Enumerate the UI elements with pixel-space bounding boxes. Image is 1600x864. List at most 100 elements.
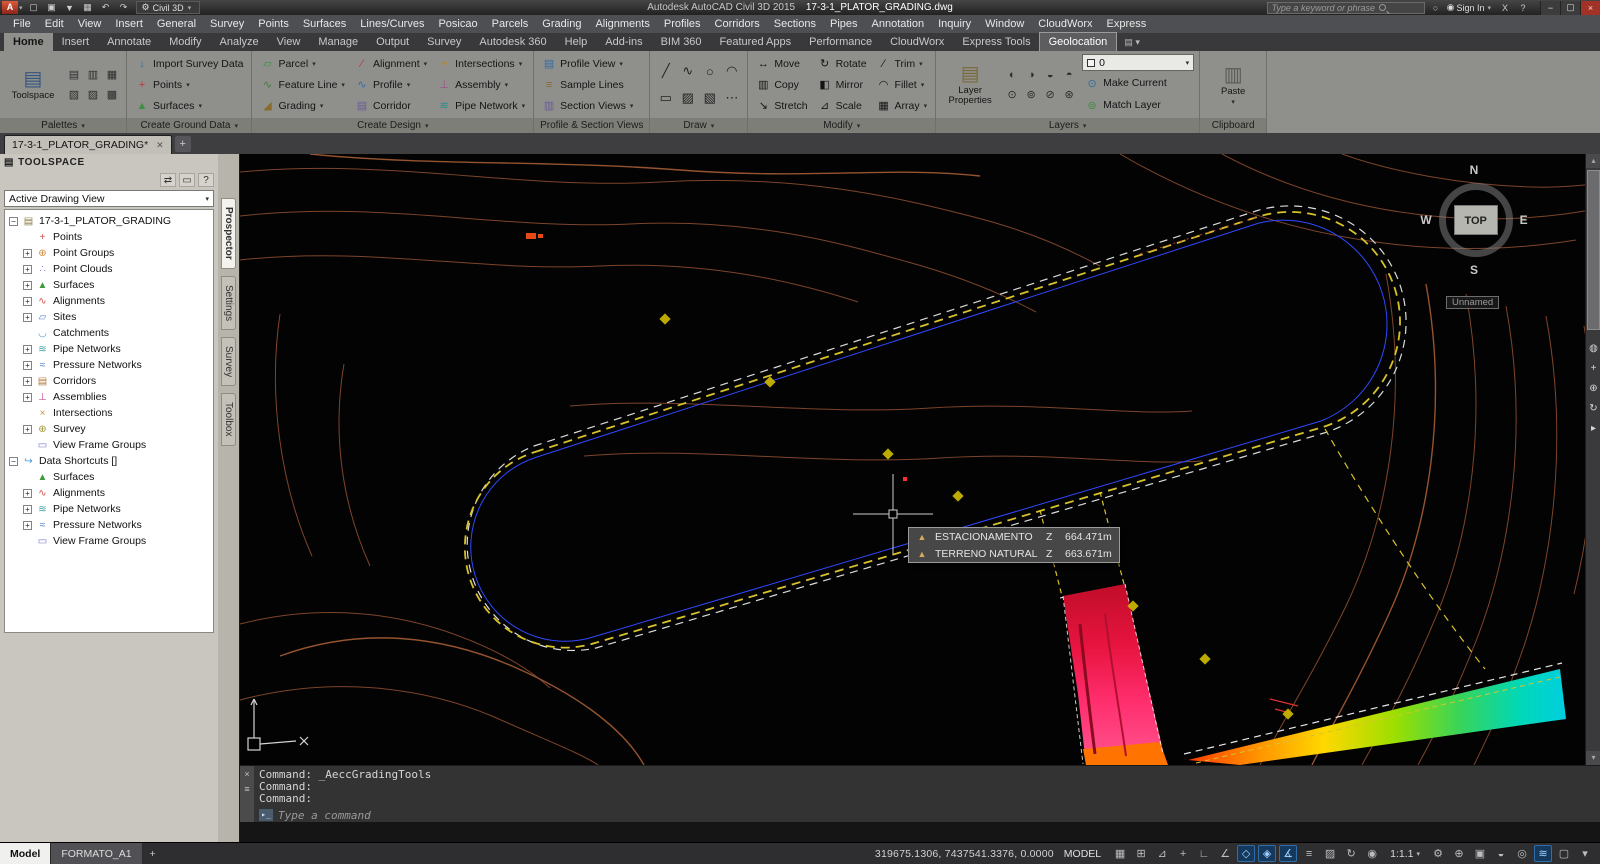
tree-item-catchments[interactable]: ◡ Catchments	[5, 325, 213, 341]
tree-expander-icon[interactable]: +	[23, 488, 32, 498]
stretch-button[interactable]: ↘ Stretch	[753, 96, 810, 115]
toolspace-tab-settings[interactable]: Settings	[221, 275, 236, 330]
paste-button[interactable]: ▥ Paste ▾	[1205, 53, 1261, 116]
parcel-button[interactable]: ▱ Parcel ▾	[257, 54, 347, 73]
mirror-button[interactable]: ◧ Mirror	[815, 75, 870, 94]
scrollbar-thumb[interactable]	[1587, 170, 1600, 330]
qat-plot-icon[interactable]: ▦	[80, 1, 96, 14]
panel-label-clipboard[interactable]: Clipboard	[1200, 118, 1267, 133]
sheet-set-manager-icon[interactable]: ▦	[103, 65, 121, 84]
menu-general[interactable]: General	[150, 15, 203, 33]
viewcube-north[interactable]: N	[1406, 162, 1542, 178]
ribbon-tab-manage[interactable]: Manage	[309, 33, 367, 51]
tree-expander-icon[interactable]: +	[23, 392, 32, 402]
object-viewer-icon[interactable]: ▩	[103, 85, 121, 104]
design-center-icon[interactable]: ▨	[84, 85, 102, 104]
workspace-switcher[interactable]: ⚙ Civil 3D ▾	[135, 1, 201, 14]
copy-button[interactable]: ▥ Copy	[753, 75, 810, 94]
tree-item-surfaces[interactable]: + ▲ Surfaces	[5, 277, 213, 293]
match-layer-button[interactable]: ⊚ Match Layer	[1082, 96, 1194, 115]
menu-posicao[interactable]: Posicao	[431, 15, 484, 33]
panel-label-create-ground-data[interactable]: Create Ground Data ▾	[127, 118, 252, 133]
menu-window[interactable]: Window	[978, 15, 1031, 33]
rotate-button[interactable]: ↻ Rotate	[815, 54, 870, 73]
tree-item-alignments[interactable]: + ∿ Alignments	[5, 293, 213, 309]
new-document-tab-button[interactable]: +	[174, 136, 191, 152]
viewcube[interactable]: N W TOP E S	[1406, 162, 1542, 278]
status-grid-display-icon[interactable]: ▦	[1111, 845, 1129, 862]
layout-tab-formato-a1[interactable]: FORMATO_A1	[51, 842, 143, 864]
document-tab[interactable]: 17-3-1_PLATOR_GRADING* ✕	[4, 135, 172, 154]
command-line-icon[interactable]: ▧	[65, 85, 83, 104]
close-tab-icon[interactable]: ✕	[156, 140, 164, 151]
panel-label-draw[interactable]: Draw ▾	[650, 118, 748, 133]
search-icon[interactable]	[1378, 4, 1386, 11]
tree-item-survey[interactable]: + ⊕ Survey	[5, 421, 213, 437]
ribbon-tab-performance[interactable]: Performance	[800, 33, 881, 51]
tree-expander-icon[interactable]: −	[9, 456, 18, 466]
recent-commands-icon[interactable]: ≡	[244, 784, 249, 794]
tree-item-alignments[interactable]: + ∿ Alignments	[5, 485, 213, 501]
toolspace-preview-pane-icon[interactable]: ▭	[179, 173, 195, 187]
search-input[interactable]: Type a keyword or phrase	[1266, 1, 1425, 14]
trim-button[interactable]: ∕ Trim ▾	[874, 54, 931, 73]
status-customization-icon[interactable]: ▾	[1576, 845, 1594, 862]
menu-corridors[interactable]: Corridors	[708, 15, 767, 33]
layer-properties-button[interactable]: ▤ Layer Properties	[941, 53, 999, 116]
exchange-apps-icon[interactable]: X	[1498, 3, 1512, 13]
maximize-button[interactable]: ▢	[1560, 0, 1580, 15]
ribbon-tab-home[interactable]: Home	[4, 33, 53, 51]
tree-expander-icon[interactable]: +	[23, 248, 32, 258]
grading-button[interactable]: ◢ Grading ▾	[257, 96, 347, 115]
move-button[interactable]: ↔ Move	[753, 54, 810, 73]
drawing-area[interactable]: ▲ ESTACIONAMENTO Z 664.471m ▲ TERRENO NA…	[240, 154, 1600, 765]
menu-express[interactable]: Express	[1100, 15, 1154, 33]
status-selection-cycling-icon[interactable]: ↻	[1342, 845, 1360, 862]
zoom-icon[interactable]: ⊕	[1587, 380, 1600, 397]
viewcube-ring[interactable]: TOP	[1438, 183, 1513, 257]
ribbon-tab-geolocation[interactable]: Geolocation	[1038, 32, 1118, 52]
panel-label-modify[interactable]: Modify ▾	[748, 118, 936, 133]
tree-item-pressure-networks[interactable]: + ≈ Pressure Networks	[5, 517, 213, 533]
tree-expander-icon[interactable]: +	[23, 280, 32, 290]
panel-label-layers[interactable]: Layers ▾	[936, 118, 1200, 133]
status-workspace-switching-icon[interactable]: ⚙	[1429, 845, 1447, 862]
menu-inquiry[interactable]: Inquiry	[931, 15, 978, 33]
tree-expander-icon[interactable]: +	[23, 520, 32, 530]
fillet-button[interactable]: ◠ Fillet ▾	[874, 75, 931, 94]
ribbon-tab-survey[interactable]: Survey	[418, 33, 470, 51]
qat-new-icon[interactable]: ▢	[26, 1, 42, 14]
status-dynamic-input-icon[interactable]: +	[1174, 845, 1192, 862]
new-layout-button[interactable]: +	[143, 843, 163, 864]
status-3d-object-snap-icon[interactable]: ◈	[1258, 845, 1277, 862]
help-icon[interactable]: ?	[1516, 3, 1530, 13]
tree-expander-icon[interactable]: +	[23, 424, 32, 434]
tool-palettes-icon[interactable]: ▥	[84, 65, 102, 84]
tree-item-view-frame-groups[interactable]: ▭ View Frame Groups	[5, 533, 213, 549]
tree-expander-icon[interactable]: +	[23, 312, 32, 322]
command-input[interactable]: ▸_ Type a command	[259, 808, 1595, 822]
draw-rectangle-icon[interactable]: ▭	[655, 85, 676, 111]
viewcube-top-face[interactable]: TOP	[1453, 205, 1498, 235]
status-annotation-visibility-icon[interactable]: ◉	[1363, 845, 1381, 862]
pan-icon[interactable]: +	[1587, 360, 1600, 377]
menu-surfaces[interactable]: Surfaces	[296, 15, 353, 33]
profile-view-button[interactable]: ▤ Profile View ▾	[539, 54, 636, 73]
draw-hatch-icon[interactable]: ▨	[677, 85, 698, 111]
tree-item-view-frame-groups[interactable]: ▭ View Frame Groups	[5, 437, 213, 453]
keychain-icon[interactable]: ○	[1429, 3, 1443, 13]
panel-label-create-design[interactable]: Create Design ▾	[252, 118, 534, 133]
layer-on-icon[interactable]: ⊙	[1003, 85, 1021, 104]
status-polar-tracking-icon[interactable]: ∠	[1216, 845, 1234, 862]
menu-alignments[interactable]: Alignments	[588, 15, 656, 33]
menu-sections[interactable]: Sections	[767, 15, 823, 33]
draw-circle-icon[interactable]: ○	[699, 58, 720, 84]
view-selector-dropdown[interactable]: Active Drawing View ▾	[4, 190, 214, 207]
orbit-icon[interactable]: ↻	[1587, 400, 1600, 417]
showmotion-icon[interactable]: ▸	[1587, 420, 1600, 437]
corridor-button[interactable]: ▤ Corridor	[352, 96, 430, 115]
status-quick-properties-icon[interactable]: ▣	[1471, 845, 1489, 862]
array-button[interactable]: ▦ Array ▾	[874, 96, 931, 115]
tree-expander-icon[interactable]: +	[23, 504, 32, 514]
tree-item-pressure-networks[interactable]: + ≈ Pressure Networks	[5, 357, 213, 373]
